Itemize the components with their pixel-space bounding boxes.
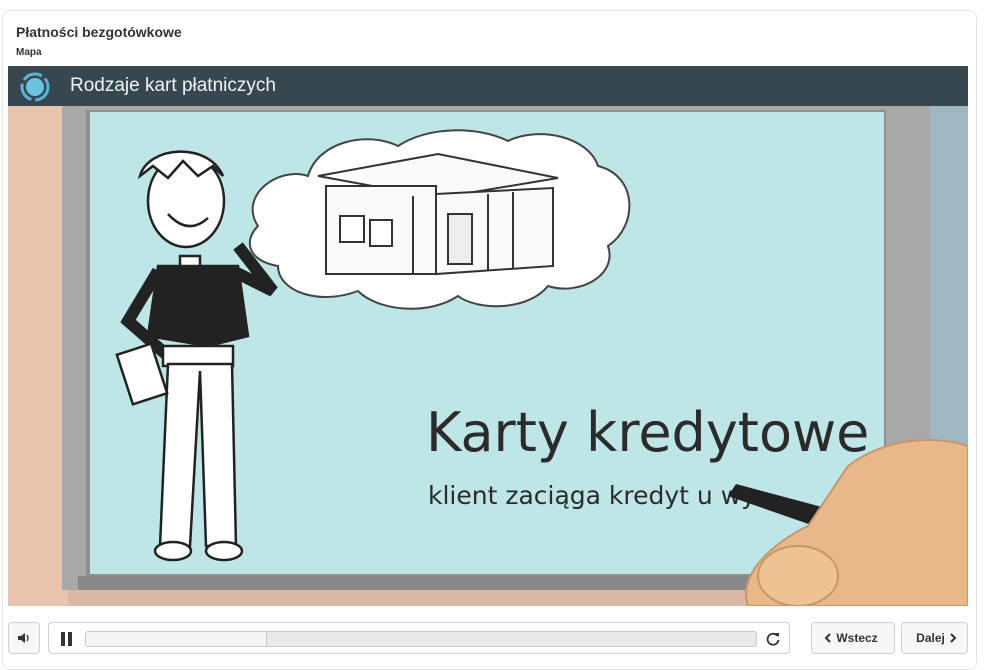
page-title: Płatności bezgotówkowe — [16, 24, 182, 40]
playback-bar — [48, 622, 790, 654]
video-headline: Karty kredytowe — [426, 401, 869, 464]
video-frame: Karty kredytowe klient zaciąga kredyt u … — [8, 106, 968, 606]
page-subtitle: Mapa — [16, 47, 42, 58]
progress-fill — [86, 632, 267, 646]
volume-button[interactable] — [8, 622, 40, 654]
video-caption: klient zaciąga kredyt u wy — [428, 481, 756, 510]
pause-icon — [61, 632, 65, 646]
video-header: Rodzaje kart płatniczych — [8, 66, 968, 106]
next-button[interactable]: Dalej — [901, 622, 968, 654]
replay-icon[interactable] — [765, 631, 781, 647]
player-controls: Wstecz Dalej — [8, 622, 968, 656]
volume-icon — [18, 633, 29, 643]
chevron-left-icon — [824, 633, 832, 643]
next-label: Dalej — [916, 631, 945, 645]
chevron-right-icon — [950, 633, 957, 643]
back-label: Wstecz — [836, 631, 878, 645]
back-button[interactable]: Wstecz — [811, 622, 895, 654]
video-player[interactable]: Karty kredytowe klient zaciąga kredyt u … — [8, 66, 968, 606]
video-title: Rodzaje kart płatniczych — [70, 75, 276, 96]
pause-button[interactable] — [61, 632, 73, 646]
progress-track[interactable] — [85, 631, 757, 647]
shop-icon — [317, 152, 559, 276]
logo-icon — [20, 72, 50, 102]
